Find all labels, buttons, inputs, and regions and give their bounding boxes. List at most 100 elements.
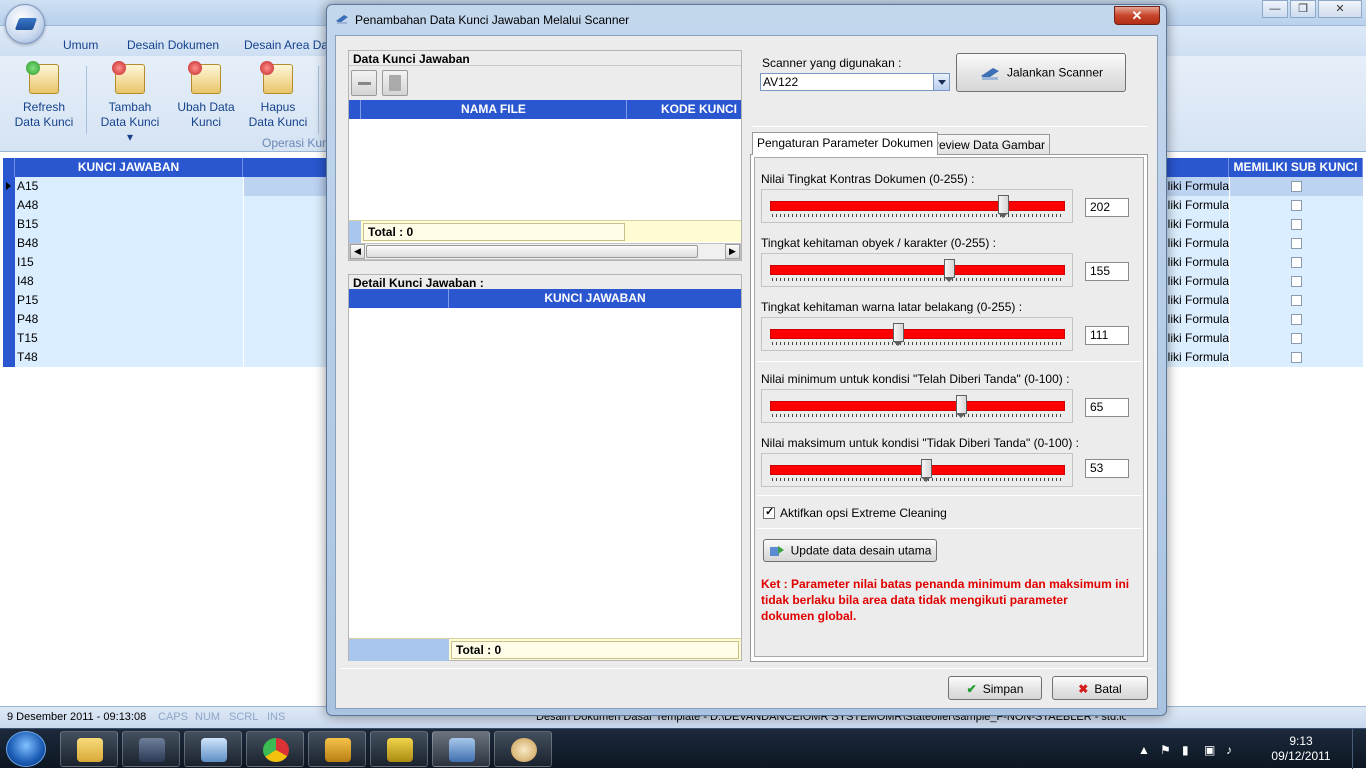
row-header[interactable] bbox=[3, 234, 15, 253]
sub-kunci-checkbox[interactable] bbox=[1291, 238, 1302, 249]
row-header[interactable] bbox=[3, 215, 15, 234]
close-button[interactable]: ✕ bbox=[1318, 0, 1362, 18]
slider-thumb-minimum[interactable] bbox=[956, 395, 968, 418]
start-button-icon[interactable] bbox=[6, 731, 46, 767]
slider-thumb-kontras[interactable] bbox=[998, 195, 1010, 218]
sub-kunci-checkbox[interactable] bbox=[1291, 352, 1302, 363]
cell-sub-kunci[interactable] bbox=[1229, 310, 1363, 329]
taskbar-paint[interactable] bbox=[494, 731, 552, 767]
taskbar-app-tools[interactable] bbox=[308, 731, 366, 767]
scroll-left-icon[interactable]: ◀ bbox=[350, 244, 365, 259]
row-header[interactable] bbox=[3, 177, 15, 196]
cell-kunci[interactable]: A15 bbox=[15, 177, 243, 196]
cell-value[interactable] bbox=[243, 329, 327, 348]
extreme-cleaning-checkbox[interactable] bbox=[763, 505, 775, 519]
cell-sub-kunci[interactable] bbox=[1229, 196, 1363, 215]
taskbar-chrome[interactable] bbox=[246, 731, 304, 767]
chevron-down-icon[interactable] bbox=[933, 74, 949, 90]
cell-sub-kunci[interactable] bbox=[1229, 348, 1363, 367]
cell-sub-kunci[interactable] bbox=[1229, 177, 1363, 196]
tab-pengaturan-parameter[interactable]: Pengaturan Parameter Dokumen bbox=[752, 132, 939, 155]
cell-kunci[interactable]: A48 bbox=[15, 196, 243, 215]
input-kontras[interactable]: 202 bbox=[1085, 198, 1129, 217]
cell-formula[interactable]: iliki Formula bbox=[1165, 196, 1229, 215]
minimize-button[interactable]: — bbox=[1262, 0, 1288, 18]
delete-file-button[interactable] bbox=[382, 70, 408, 96]
cell-value[interactable] bbox=[243, 348, 327, 367]
slider-latar-belakang[interactable] bbox=[761, 317, 1073, 351]
taskbar-computer[interactable] bbox=[184, 731, 242, 767]
input-kehitaman-obyek[interactable]: 155 bbox=[1085, 262, 1129, 281]
cell-kunci[interactable]: T15 bbox=[15, 329, 243, 348]
taskbar-movie-maker[interactable] bbox=[122, 731, 180, 767]
row-header[interactable] bbox=[3, 253, 15, 272]
slider-thumb-kehitaman-obyek[interactable] bbox=[943, 259, 955, 282]
cell-kunci[interactable]: P48 bbox=[15, 310, 243, 329]
cell-sub-kunci[interactable] bbox=[1229, 291, 1363, 310]
refresh-data-kunci-button[interactable]: Refresh Data Kunci bbox=[10, 61, 78, 130]
cell-formula[interactable]: iliki Formula bbox=[1165, 215, 1229, 234]
cell-sub-kunci[interactable] bbox=[1229, 329, 1363, 348]
ribbon-tab-umum[interactable]: Umum bbox=[63, 38, 98, 52]
cell-formula[interactable]: iliki Formula bbox=[1165, 234, 1229, 253]
sub-kunci-checkbox[interactable] bbox=[1291, 181, 1302, 192]
scroll-thumb[interactable] bbox=[366, 245, 698, 258]
cell-formula[interactable]: iliki Formula bbox=[1165, 177, 1229, 196]
col-kode-kunci[interactable]: KODE KUNCI bbox=[627, 100, 741, 119]
taskbar-explorer[interactable] bbox=[60, 731, 118, 767]
tambah-data-kunci-button[interactable]: Tambah Data Kunci ▾ bbox=[96, 61, 164, 145]
sub-kunci-checkbox[interactable] bbox=[1291, 314, 1302, 325]
hapus-data-kunci-button[interactable]: Hapus Data Kunci bbox=[244, 61, 312, 130]
grid-col-2[interactable] bbox=[243, 158, 327, 177]
usb-icon[interactable]: ▮ bbox=[1182, 743, 1189, 757]
input-maksimum[interactable]: 53 bbox=[1085, 459, 1129, 478]
row-header[interactable] bbox=[3, 329, 15, 348]
grid-col-formula[interactable] bbox=[1165, 158, 1229, 177]
scanner-select[interactable]: AV122 bbox=[760, 73, 950, 91]
col-nama-file[interactable]: NAMA FILE bbox=[361, 100, 627, 119]
cancel-button[interactable]: ✖ Batal bbox=[1052, 676, 1148, 700]
cell-value[interactable] bbox=[243, 234, 327, 253]
cell-value[interactable] bbox=[243, 310, 327, 329]
row-header[interactable] bbox=[3, 310, 15, 329]
input-minimum[interactable]: 65 bbox=[1085, 398, 1129, 417]
cell-sub-kunci[interactable] bbox=[1229, 253, 1363, 272]
slider-kehitaman-obyek[interactable] bbox=[761, 253, 1073, 287]
row-header[interactable] bbox=[3, 348, 15, 367]
slider-thumb-latar-belakang[interactable] bbox=[892, 323, 904, 346]
tab-preview-data-gambar[interactable]: Preview Data Gambar bbox=[922, 134, 1051, 155]
grid-col-kunci-jawaban[interactable]: KUNCI JAWABAN bbox=[15, 158, 243, 177]
ribbon-tab-desain-area[interactable]: Desain Area Dat bbox=[244, 38, 331, 52]
slider-thumb-maksimum[interactable] bbox=[920, 459, 932, 482]
sub-kunci-checkbox[interactable] bbox=[1291, 295, 1302, 306]
sub-kunci-checkbox[interactable] bbox=[1291, 219, 1302, 230]
taskbar-seven-zip[interactable] bbox=[370, 731, 428, 767]
row-header[interactable] bbox=[3, 196, 15, 215]
taskbar-scanner-app[interactable] bbox=[432, 731, 490, 767]
cell-formula[interactable]: iliki Formula bbox=[1165, 310, 1229, 329]
volume-icon[interactable]: ♪ bbox=[1226, 743, 1232, 757]
save-button[interactable]: ✔ Simpan bbox=[948, 676, 1042, 700]
clock[interactable]: 9:13 09/12/2011 bbox=[1266, 734, 1336, 764]
slider-maksimum[interactable] bbox=[761, 453, 1073, 487]
cell-formula[interactable]: iliki Formula bbox=[1165, 291, 1229, 310]
cell-sub-kunci[interactable] bbox=[1229, 215, 1363, 234]
sub-kunci-checkbox[interactable] bbox=[1291, 257, 1302, 268]
show-desktop-button[interactable] bbox=[1352, 729, 1366, 769]
row-header[interactable] bbox=[3, 291, 15, 310]
cell-value[interactable] bbox=[243, 272, 327, 291]
cell-kunci[interactable]: B15 bbox=[15, 215, 243, 234]
horizontal-scrollbar[interactable]: ◀ ▶ bbox=[349, 243, 741, 260]
cell-formula[interactable]: iliki Formula bbox=[1165, 329, 1229, 348]
ubah-data-kunci-button[interactable]: Ubah Data Kunci bbox=[172, 61, 240, 130]
cell-kunci[interactable]: P15 bbox=[15, 291, 243, 310]
network-icon[interactable]: ▣ bbox=[1204, 743, 1215, 757]
cell-value[interactable] bbox=[243, 253, 327, 272]
slider-kontras[interactable] bbox=[761, 189, 1073, 223]
cell-sub-kunci[interactable] bbox=[1229, 272, 1363, 291]
tray-expand-icon[interactable]: ▲ bbox=[1138, 743, 1150, 757]
cell-value[interactable] bbox=[243, 291, 327, 310]
sub-kunci-checkbox[interactable] bbox=[1291, 276, 1302, 287]
run-scanner-button[interactable]: Jalankan Scanner bbox=[956, 53, 1126, 92]
scroll-right-icon[interactable]: ▶ bbox=[725, 244, 740, 259]
